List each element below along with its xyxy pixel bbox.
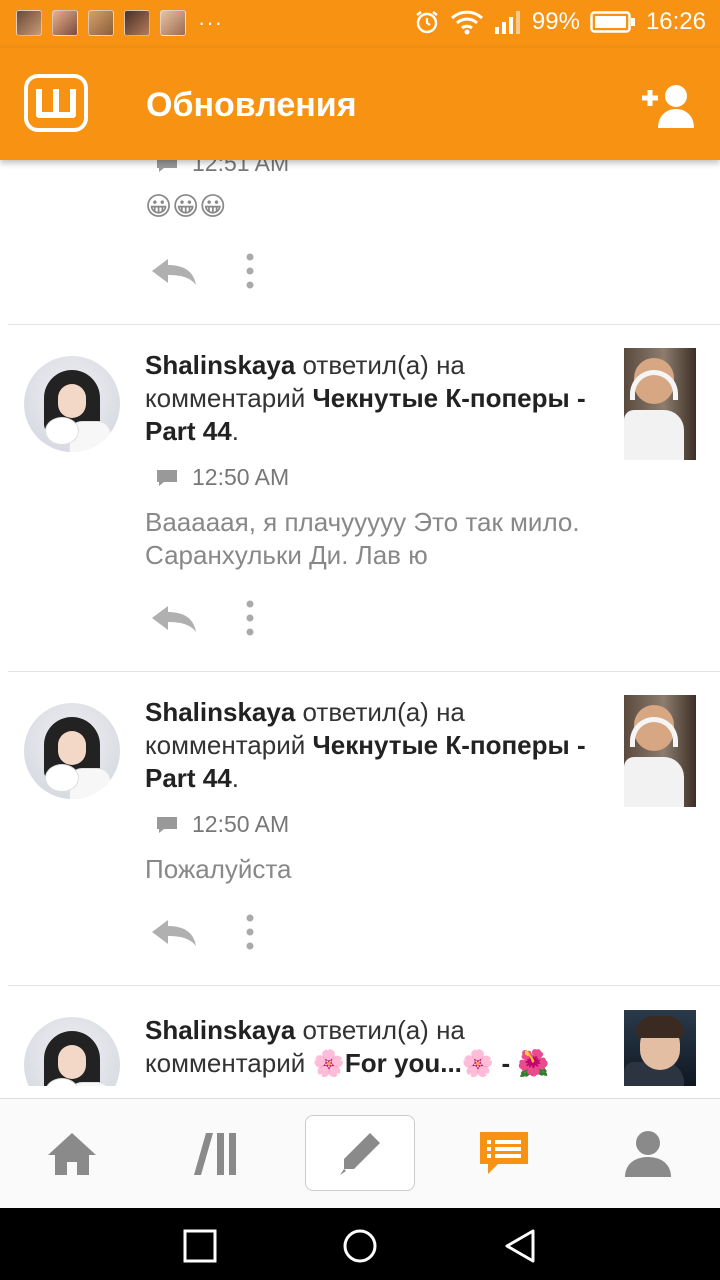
- nav-write[interactable]: [305, 1115, 415, 1191]
- more-options-icon[interactable]: [240, 253, 260, 289]
- timestamp: 12:51 AM: [192, 160, 290, 176]
- avatar[interactable]: [24, 356, 120, 452]
- notification-item[interactable]: Shalinskaya ответил(а) на комментарий Че…: [0, 325, 720, 671]
- more-options-icon[interactable]: [240, 914, 260, 950]
- reply-icon[interactable]: [150, 918, 198, 946]
- more-options-icon[interactable]: [240, 600, 260, 636]
- story-cover[interactable]: [624, 348, 696, 460]
- username[interactable]: Shalinskaya: [145, 350, 295, 380]
- username[interactable]: Shalinskaya: [145, 1015, 295, 1045]
- page-title: Обновления: [146, 86, 357, 124]
- notification-thumbnail: [88, 10, 114, 36]
- nav-library[interactable]: [146, 1099, 286, 1209]
- sentence-end: .: [231, 763, 239, 793]
- notification-text: Shalinskaya ответил(а) на комментарий 🌸F…: [145, 1014, 615, 1080]
- timestamp: 12:50 AM: [192, 464, 290, 490]
- notification-icons: ···: [16, 10, 223, 36]
- notification-item[interactable]: Shalinskaya ответил(а) на комментарий 🌸F…: [0, 986, 720, 1086]
- comment-text: Вааааая, я плачууууу Это так мило. Саран…: [145, 507, 580, 570]
- nav-home[interactable]: [2, 1099, 142, 1209]
- app-bar: Обновления: [0, 48, 720, 160]
- comment-icon: [157, 816, 177, 833]
- notification-thumbnail: [52, 10, 78, 36]
- logo-glyph: [36, 89, 76, 118]
- comment-text: Пожалуйста: [145, 854, 292, 884]
- timestamp-row: 12:50 AM: [156, 811, 289, 838]
- timestamp-row: 12:51 AM: [156, 160, 289, 177]
- comment-icon: [157, 469, 177, 486]
- timestamp: 12:50 AM: [192, 811, 290, 837]
- reply-icon[interactable]: [150, 257, 198, 285]
- bottom-navigation: [0, 1098, 720, 1208]
- profile-icon: [625, 1131, 671, 1177]
- back-icon[interactable]: [502, 1228, 538, 1264]
- story-cover[interactable]: [624, 1010, 696, 1086]
- add-user-icon[interactable]: [640, 80, 696, 130]
- recent-apps-icon[interactable]: [182, 1228, 218, 1264]
- home-button-icon[interactable]: [342, 1228, 378, 1264]
- sentence-end: .: [231, 416, 239, 446]
- battery-percentage: 99%: [531, 8, 580, 35]
- clock: 16:26: [645, 8, 706, 35]
- story-cover[interactable]: [624, 695, 696, 807]
- library-icon: [194, 1133, 236, 1175]
- alarm-icon: [416, 11, 438, 34]
- wifi-icon: [450, 10, 483, 35]
- notification-feed[interactable]: 12:51 AM 😀😀😀 Shalinskaya ответил(а) на к…: [0, 160, 720, 1086]
- battery-icon: [590, 11, 635, 33]
- write-icon: [340, 1133, 380, 1175]
- reply-icon[interactable]: [150, 604, 198, 632]
- nav-profile[interactable]: [578, 1099, 718, 1209]
- notification-thumbnail: [124, 10, 150, 36]
- avatar[interactable]: [24, 703, 120, 799]
- signal-icon: [494, 11, 520, 34]
- timestamp-row: 12:50 AM: [156, 464, 289, 491]
- comment-icon: [157, 160, 177, 172]
- comment-text: 😀😀😀: [145, 191, 227, 221]
- story-title[interactable]: 🌸For you...🌸 - 🌺: [313, 1048, 550, 1078]
- notification-item[interactable]: 12:51 AM 😀😀😀: [0, 160, 720, 325]
- notification-thumbnail: [16, 10, 42, 36]
- more-notifications-indicator: ···: [198, 10, 223, 35]
- notification-text: Shalinskaya ответил(а) на комментарий Че…: [145, 696, 615, 795]
- wattpad-logo-icon[interactable]: [24, 74, 88, 132]
- username[interactable]: Shalinskaya: [145, 697, 295, 727]
- notifications-icon: [480, 1132, 528, 1174]
- system-navigation-bar: [0, 1208, 720, 1280]
- notification-text: Shalinskaya ответил(а) на комментарий Че…: [145, 349, 615, 448]
- nav-notifications[interactable]: [434, 1099, 574, 1209]
- notification-item[interactable]: Shalinskaya ответил(а) на комментарий Че…: [0, 672, 720, 986]
- home-icon: [48, 1133, 96, 1175]
- status-bar: ··· 99% 16:26: [0, 0, 720, 48]
- notification-thumbnail: [160, 10, 186, 36]
- avatar[interactable]: [24, 1017, 120, 1086]
